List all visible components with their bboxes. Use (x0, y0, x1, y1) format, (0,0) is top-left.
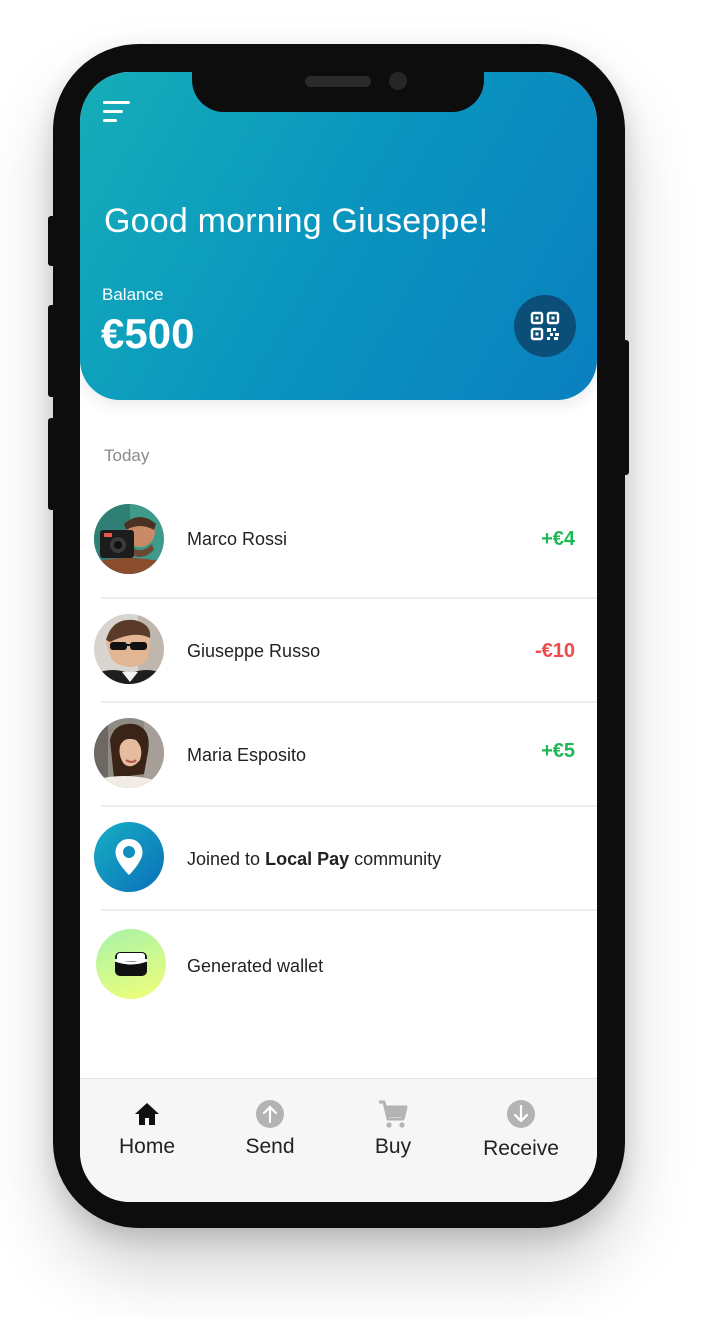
arrow-down-circle-icon (507, 1100, 535, 1128)
arrow-up-circle-icon (256, 1100, 284, 1128)
nav-label: Send (245, 1135, 295, 1158)
avatar (94, 614, 164, 684)
transaction-amount: +€5 (541, 740, 575, 762)
location-pin-icon (115, 839, 143, 875)
phone-side-button (48, 418, 56, 510)
activity-row[interactable]: Joined to Local Pay community (80, 807, 597, 911)
wallet-badge (96, 929, 166, 999)
phone-speaker (305, 76, 371, 87)
avatar-image (94, 504, 164, 574)
phone-camera (389, 72, 407, 90)
balance-value: €500 (101, 310, 195, 357)
nav-home[interactable]: Home (97, 1099, 197, 1159)
menu-line (103, 101, 130, 104)
contact-name: Marco Rossi (187, 529, 288, 549)
activity-row[interactable]: Generated wallet (80, 911, 597, 1015)
activity-prefix: Joined to (187, 849, 261, 869)
phone-side-button (621, 340, 629, 475)
phone-side-button (48, 305, 56, 397)
activity-description: Generated wallet (187, 956, 324, 976)
greeting-title: Good morning Giuseppe! (104, 202, 489, 240)
bottom-navigation: Home Send Buy Receive (80, 1078, 597, 1202)
nav-receive[interactable]: Receive (471, 1099, 571, 1161)
activity-description: Joined to Local Pay community (187, 849, 441, 870)
nav-send[interactable]: Send (220, 1099, 320, 1159)
contact-name: Maria Esposito (187, 745, 307, 765)
nav-label: Home (118, 1135, 176, 1158)
transaction-amount: -€10 (534, 640, 575, 662)
wallet-icon (114, 952, 148, 976)
menu-button[interactable] (103, 101, 131, 127)
avatar-image (94, 718, 164, 788)
cart-icon (379, 1100, 408, 1128)
nav-buy[interactable]: Buy (343, 1099, 443, 1159)
activity-suffix: community (354, 849, 442, 869)
avatar-image (94, 614, 164, 684)
contact-name: Giuseppe Russo (187, 641, 321, 661)
menu-line (103, 110, 123, 113)
avatar (94, 504, 164, 574)
nav-label: Receive (483, 1137, 559, 1160)
home-icon (135, 1103, 159, 1125)
phone-side-button (48, 216, 56, 266)
transaction-row[interactable]: Maria Esposito +€5 (80, 703, 597, 807)
transaction-amount: +€4 (541, 528, 575, 550)
section-label-today: Today (104, 446, 150, 465)
community-badge (94, 822, 164, 892)
community-name: Local Pay (265, 849, 350, 869)
qr-code-button[interactable] (514, 295, 576, 357)
transaction-row[interactable]: Marco Rossi +€4 (80, 488, 597, 592)
transaction-row[interactable]: Giuseppe Russo -€10 (80, 599, 597, 703)
phone-notch (192, 72, 484, 112)
menu-line (103, 119, 117, 122)
avatar (94, 718, 164, 788)
header-card: Good morning Giuseppe! Balance €500 (80, 72, 597, 400)
app-screen: Good morning Giuseppe! Balance €500 Toda… (80, 72, 597, 1202)
nav-label: Buy (374, 1135, 412, 1158)
balance-label: Balance (102, 285, 164, 304)
qr-code-icon (530, 311, 560, 341)
